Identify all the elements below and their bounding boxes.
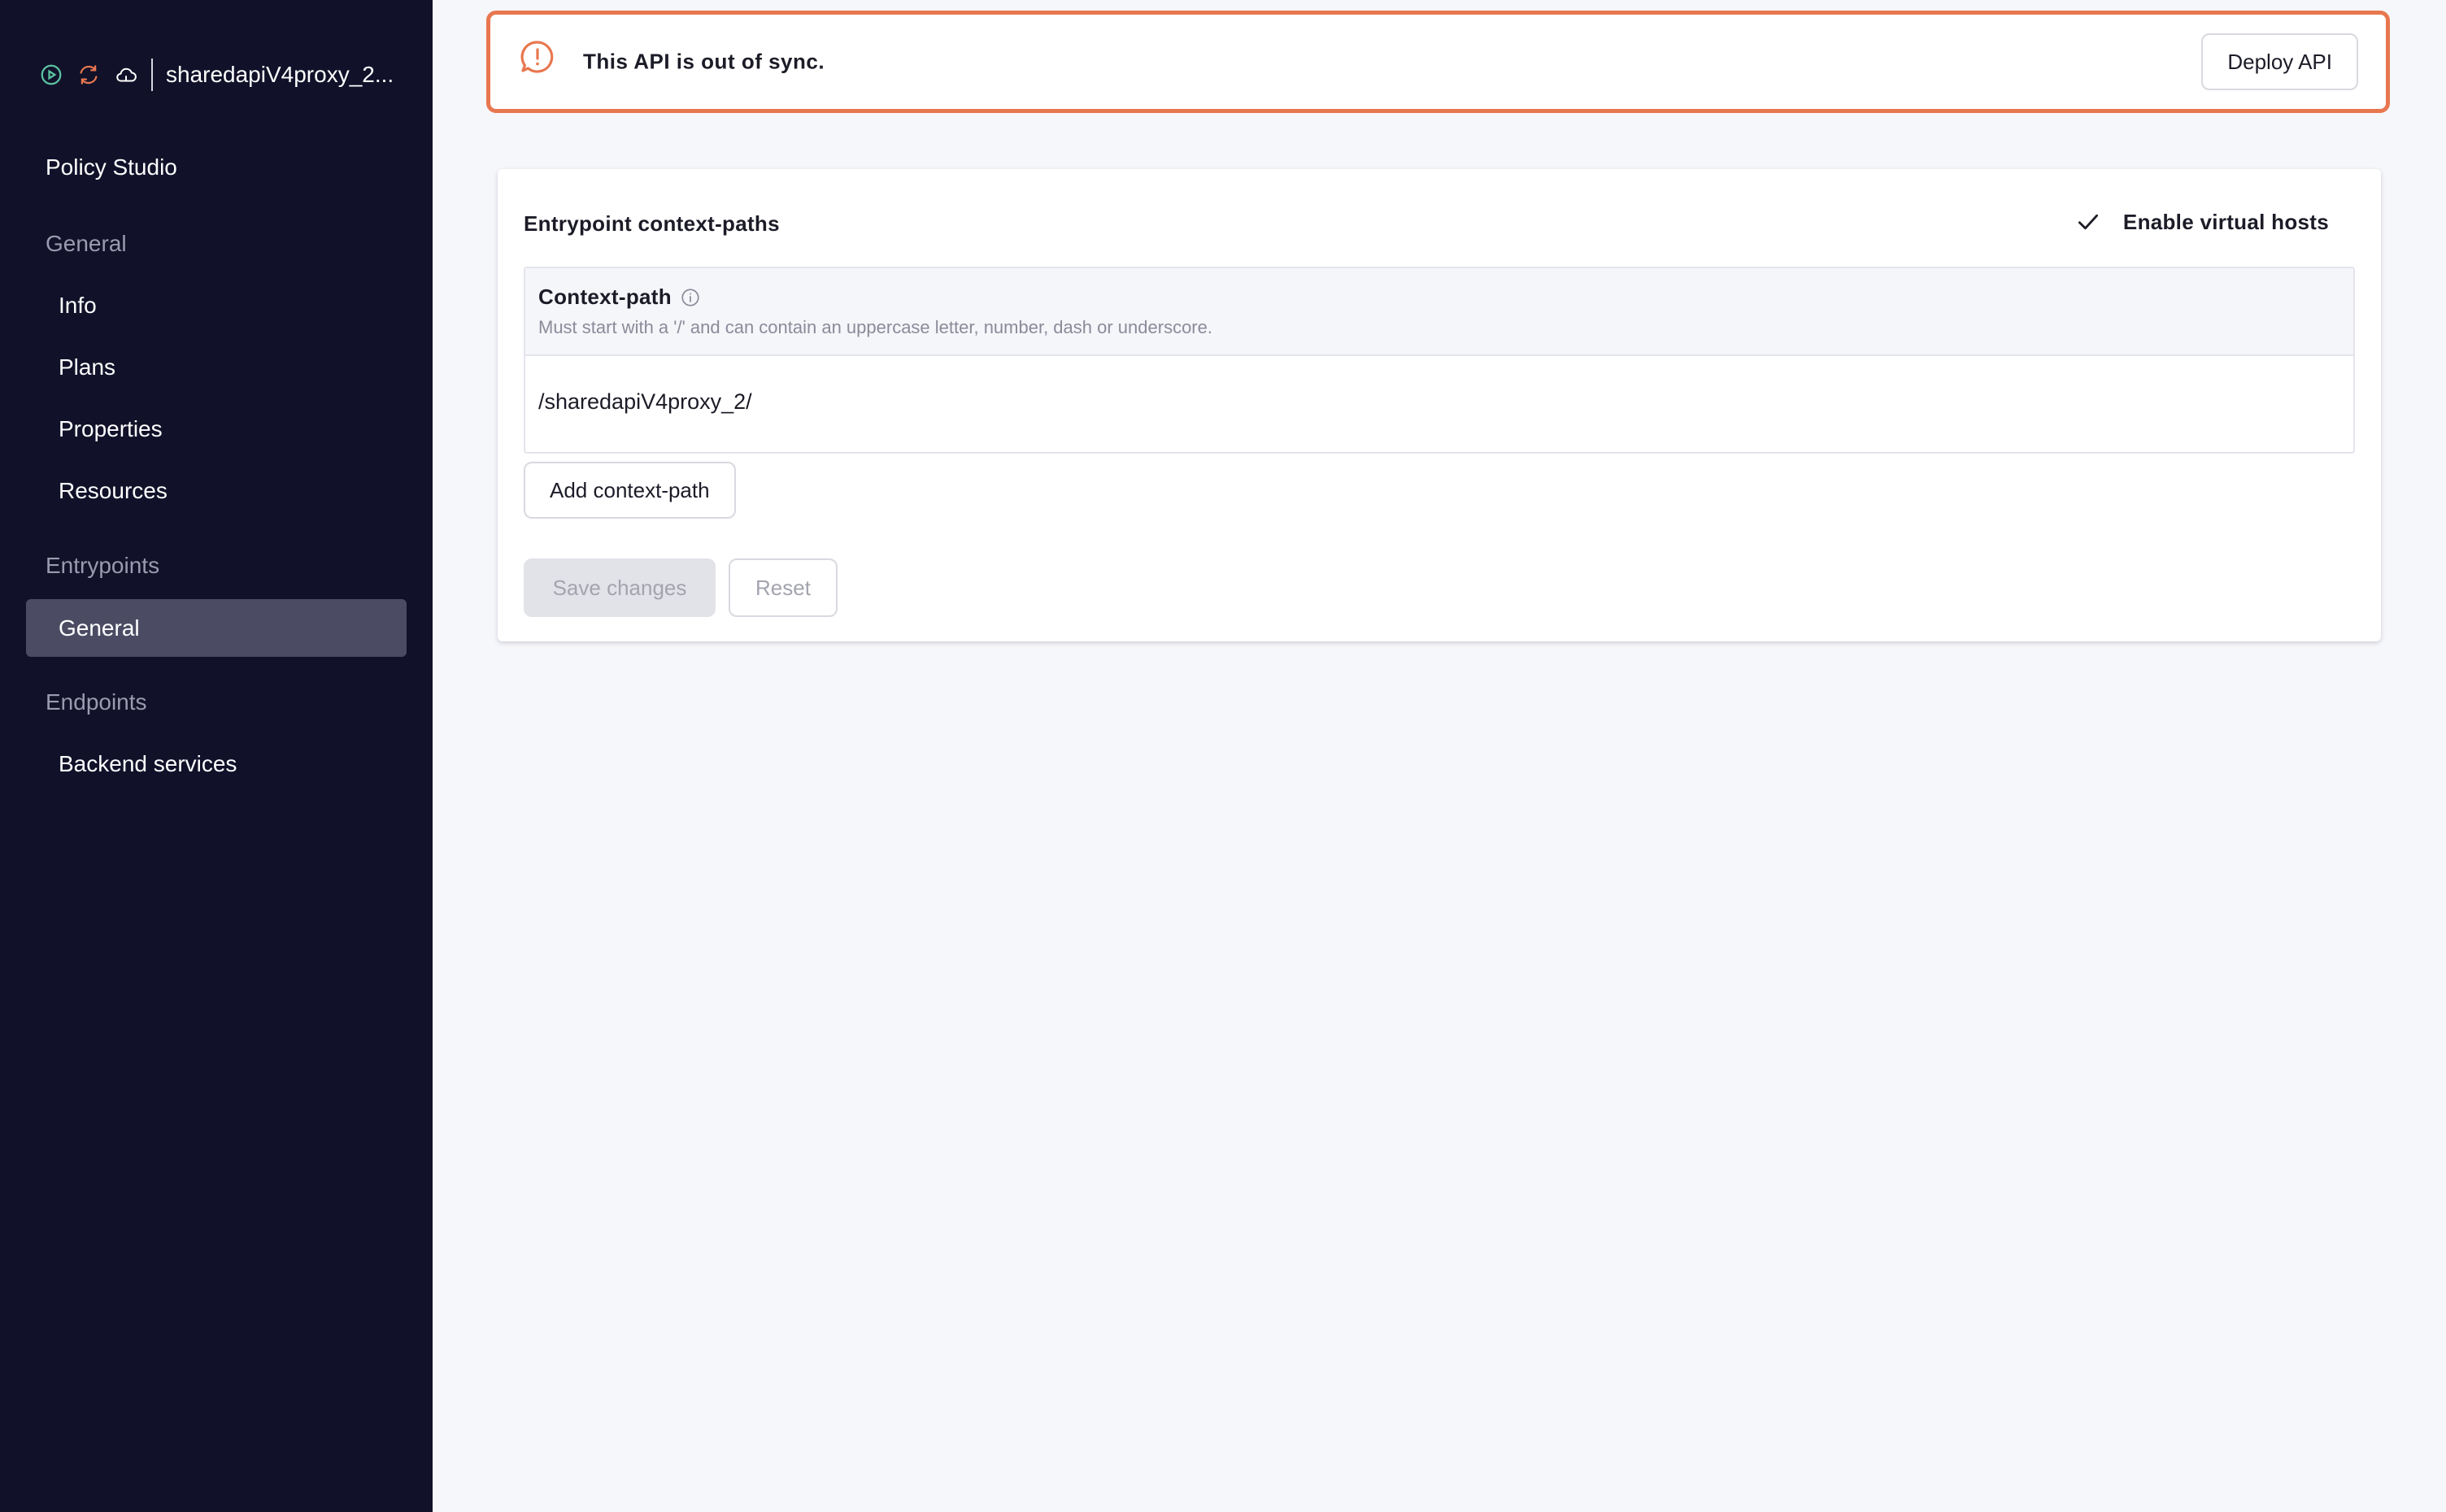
info-icon[interactable] [680,287,701,308]
sidebar-section-endpoints: Endpoints [46,689,147,715]
check-icon [2074,208,2102,236]
alert-message: This API is out of sync. [583,49,825,74]
card-title: Entrypoint context-paths [524,211,780,236]
add-context-path-button[interactable]: Add context-path [524,462,736,519]
sidebar-item-resources[interactable]: Resources [59,478,168,504]
api-name: sharedapiV4proxy_2... [166,62,394,87]
save-changes-button[interactable]: Save changes [524,558,716,617]
header-divider [151,59,153,91]
out-of-sync-banner: This API is out of sync. Deploy API [486,11,2390,113]
sidebar-item-info[interactable]: Info [59,293,97,319]
sidebar-header: sharedapiV4proxy_2... [39,57,410,93]
reset-button[interactable]: Reset [729,558,838,617]
context-path-title: Context-path [538,285,701,310]
cloud-icon[interactable] [114,63,138,87]
context-path-label: Context-path [538,285,672,309]
sidebar-item-backend-services[interactable]: Backend services [59,751,237,777]
sync-icon[interactable] [76,63,101,87]
context-path-input[interactable] [538,379,2327,424]
sidebar-item-plans[interactable]: Plans [59,354,115,380]
deploy-api-button[interactable]: Deploy API [2201,33,2358,90]
sidebar-item-policy-studio[interactable]: Policy Studio [46,154,177,180]
sidebar-item-entrypoints-general[interactable]: General [26,599,407,657]
play-circle-icon[interactable] [39,63,63,87]
enable-virtual-hosts-button[interactable]: Enable virtual hosts [2074,208,2329,236]
sidebar-section-entrypoints: Entrypoints [46,553,160,578]
sidebar-section-general: General [46,231,127,256]
sidebar-item-properties[interactable]: Properties [59,416,163,442]
alert-chat-icon [518,37,557,76]
context-path-table: Context-path Must start with a '/' and c… [524,267,2355,454]
context-path-header: Context-path Must start with a '/' and c… [525,268,2353,356]
context-path-row [525,356,2353,452]
sidebar: sharedapiV4proxy_2... Policy Studio Gene… [0,0,433,1512]
enable-virtual-hosts-label: Enable virtual hosts [2122,209,2329,234]
entrypoint-context-paths-card: Entrypoint context-paths Enable virtual … [498,169,2381,641]
sidebar-item-label: General [59,615,140,641]
context-path-hint: Must start with a '/' and can contain an… [538,317,1212,337]
